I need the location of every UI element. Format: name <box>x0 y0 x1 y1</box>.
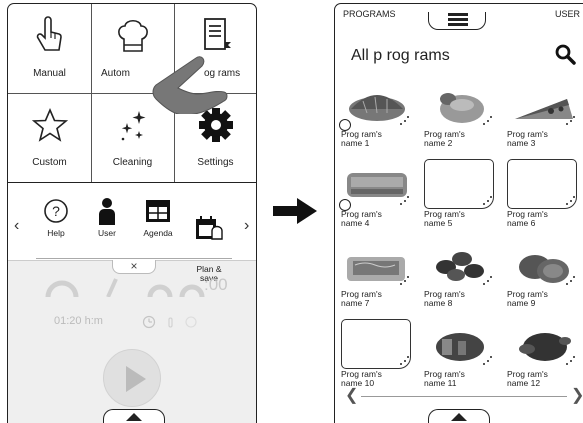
tools-next-chevron-icon[interactable]: › <box>244 217 249 235</box>
scroll-track <box>361 396 567 397</box>
program-card[interactable]: Prog ram's name 7 <box>341 237 415 315</box>
more-options-icon[interactable] <box>400 195 410 205</box>
seconds-readout: :00 <box>204 275 228 294</box>
help-label: Help <box>47 228 65 238</box>
more-options-icon[interactable] <box>483 355 493 365</box>
plan-save-icon <box>196 216 223 240</box>
user-icon <box>99 198 115 225</box>
more-options-icon[interactable] <box>483 195 493 205</box>
program-card[interactable]: Prog ram's name 2 <box>424 77 498 155</box>
settings-label: Settings <box>197 157 234 168</box>
user-label: User <box>98 228 116 238</box>
more-options-icon[interactable] <box>566 355 576 365</box>
manual-tile[interactable]: Manual <box>8 4 91 93</box>
program-card[interactable]: Prog ram's name 5 <box>424 157 498 235</box>
more-options-icon[interactable] <box>566 275 576 285</box>
recipe-book-icon <box>203 18 231 50</box>
lower-panel: ‹ ? Help User Agenda Plan & save › ×:00… <box>8 182 256 423</box>
cleaning-label: Cleaning <box>112 157 153 168</box>
program-card[interactable]: Prog ram's name 12 <box>507 317 581 395</box>
program-card[interactable]: Prog ram's name 3 <box>507 77 581 155</box>
faded-status-icons <box>142 315 197 329</box>
help-tool[interactable]: ? Help <box>29 197 83 238</box>
tools-prev-chevron-icon[interactable]: ‹ <box>14 217 19 235</box>
oven-main-screen: Manual Autom og rams Custom Cleaning Set… <box>7 3 257 423</box>
agenda-tool[interactable]: Agenda <box>131 197 185 238</box>
play-button[interactable] <box>103 349 161 407</box>
user-tool[interactable]: User <box>80 197 134 238</box>
scroll-left-chevron-icon[interactable]: ❮ <box>345 385 358 405</box>
question-icon: ? <box>44 199 68 223</box>
hamburger-menu-icon <box>448 23 468 26</box>
program-name: Prog ram's name 8 <box>424 289 465 308</box>
custom-label: Custom <box>32 157 67 168</box>
more-options-icon[interactable] <box>566 195 576 205</box>
chef-hat-icon <box>117 19 148 52</box>
program-grid: Prog ram's name 1 Prog ram's name 2 Prog r… <box>339 77 583 397</box>
program-card[interactable]: Prog ram's name 8 <box>424 237 498 315</box>
tools-bar: ‹ ? Help User Agenda Plan & save › <box>8 183 256 283</box>
grid-scroll-bar: ❮ ❯ <box>343 387 583 404</box>
program-name: Prog ram's name 7 <box>341 289 382 308</box>
probe-icon <box>168 317 173 328</box>
section-label: PROGRAMS <box>343 9 396 19</box>
program-card[interactable]: Prog ram's name 6 <box>507 157 581 235</box>
hand-pointer-icon <box>36 16 62 51</box>
program-name: Prog ram's name 3 <box>507 129 548 148</box>
scroll-right-chevron-icon[interactable]: ❯ <box>571 385 583 405</box>
program-card[interactable]: Prog ram's name 1 <box>339 77 415 155</box>
more-options-icon[interactable] <box>566 115 576 125</box>
programs-screen: PROGRAMS USER All p rog rams Prog ram's … <box>334 3 583 423</box>
program-card[interactable]: Prog ram's name 9 <box>507 237 581 315</box>
program-name: Prog ram's name 5 <box>424 209 465 228</box>
timer-readout: 01:20 h:m <box>54 315 103 327</box>
custom-tile[interactable]: Custom <box>8 93 91 182</box>
page-title: All p rog rams <box>351 47 450 64</box>
program-card[interactable]: Prog ram's name 10 <box>341 317 415 395</box>
svg-text:?: ? <box>52 203 60 219</box>
menu-tab[interactable] <box>428 12 486 30</box>
manual-label: Manual <box>33 68 66 79</box>
star-icon <box>31 107 68 142</box>
top-bar: PROGRAMS USER <box>335 4 583 30</box>
program-card[interactable]: Prog ram's name 11 <box>424 317 498 395</box>
more-options-icon[interactable] <box>400 275 410 285</box>
program-name: Prog ram's name 4 <box>341 209 382 228</box>
main-menu-grid: Manual Autom og rams Custom Cleaning Set… <box>8 4 256 182</box>
more-options-icon[interactable] <box>483 275 493 285</box>
fan-icon <box>185 316 197 328</box>
pointing-finger-overlay <box>152 56 228 114</box>
user-label[interactable]: USER <box>555 9 580 19</box>
program-name: Prog ram's name 2 <box>424 129 465 148</box>
agenda-label: Agenda <box>143 228 173 238</box>
cooking-status-area: :00 01:20 h:m <box>8 275 256 423</box>
program-name: Prog ram's name 1 <box>341 129 382 148</box>
left-bottom-pull-tab[interactable] <box>103 409 165 423</box>
calendar-icon <box>146 200 170 222</box>
program-name: Prog ram's name 9 <box>507 289 548 308</box>
search-icon[interactable] <box>555 44 577 66</box>
more-options-icon[interactable] <box>483 115 493 125</box>
program-card[interactable]: Prog ram's name 4 <box>339 157 415 235</box>
program-name: Prog ram's name 11 <box>424 369 465 388</box>
right-bottom-pull-tab[interactable] <box>428 409 490 423</box>
more-options-icon[interactable] <box>400 355 410 365</box>
flow-arrow-icon <box>273 198 317 224</box>
program-name: Prog ram's name 12 <box>507 369 548 388</box>
more-options-icon[interactable] <box>400 115 410 125</box>
program-name: Prog ram's name 6 <box>507 209 548 228</box>
